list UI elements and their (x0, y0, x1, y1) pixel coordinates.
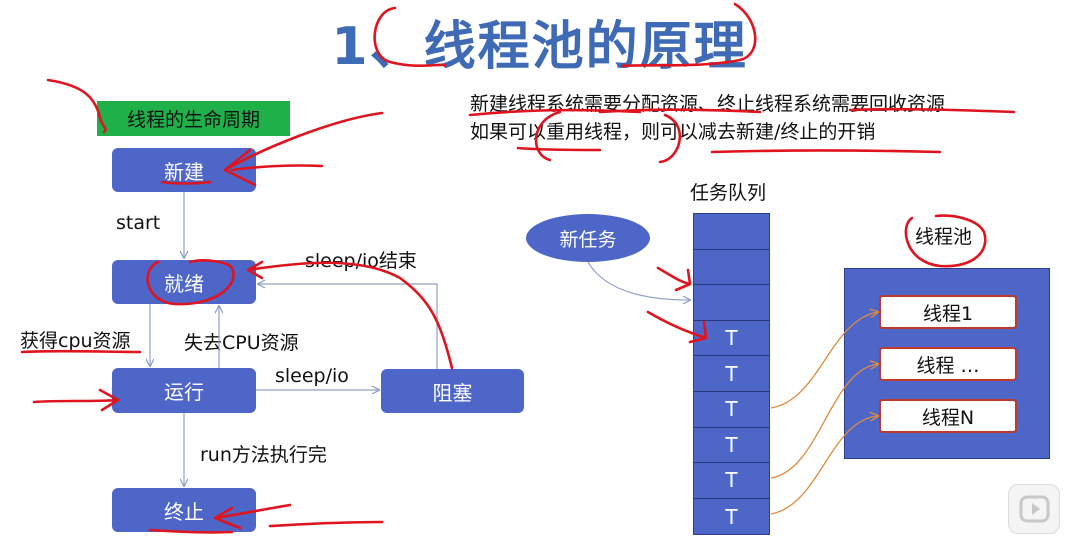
state-ready-label: 就绪 (164, 271, 204, 296)
annotation-running-arrow (32, 388, 120, 412)
state-running-label: 运行 (164, 380, 204, 404)
new-task-label: 新任务 (559, 228, 617, 251)
label-run-done: run方法执行完 (200, 444, 327, 466)
queue-cell (694, 214, 769, 250)
state-running: 运行 (112, 368, 256, 413)
queue-title: 任务队列 (690, 182, 767, 204)
state-blocked-label: 阻塞 (432, 380, 473, 405)
queue-cell: T (694, 321, 769, 357)
annotation-queue-arrow-1 (656, 266, 692, 292)
state-ready: 就绪 (112, 260, 256, 304)
play-icon (1019, 495, 1050, 523)
queue-cell: T (725, 504, 738, 529)
label-get-cpu: 获得cpu资源 (20, 330, 131, 352)
state-new: 新建 (112, 148, 256, 192)
state-blocked: 阻塞 (381, 369, 524, 413)
label-sleep-end: sleep/io结束 (305, 250, 417, 272)
state-terminated-label: 终止 (164, 499, 204, 524)
thread-item-1: 线程1 (879, 295, 1017, 329)
label-lose-cpu: 失去CPU资源 (184, 332, 299, 354)
queue-cell (694, 250, 769, 286)
label-sleep-io: sleep/io (275, 365, 349, 387)
state-terminated: 终止 (112, 488, 256, 532)
player-button[interactable] (1008, 484, 1060, 534)
pool-title: 线程池 (915, 226, 973, 248)
arrow-blocked-ready (258, 284, 438, 369)
arrow-new-task-queue (587, 261, 690, 300)
thread-item-n: 线程N (879, 399, 1017, 433)
task-queue: T T T T T T (693, 213, 770, 535)
queue-cell: T (694, 428, 769, 464)
page-title: 1、线程池的原理 (331, 17, 748, 77)
note-line-2: 如果可以重用线程，则可以减去新建/终止的开销 (470, 121, 876, 143)
thread-item-2: 线程 … (879, 347, 1017, 381)
queue-cell: T (694, 392, 769, 428)
note-line-1: 新建线程系统需要分配资源、终止线程系统需要回收资源 (470, 93, 946, 115)
state-new-label: 新建 (164, 159, 204, 184)
queue-cell: T (694, 356, 769, 392)
lifecycle-legend: 线程的生命周期 (97, 101, 290, 136)
queue-cell (694, 285, 769, 321)
new-task-bubble: 新任务 (526, 214, 650, 262)
queue-cell: T (694, 463, 769, 499)
label-start: start (116, 212, 161, 234)
